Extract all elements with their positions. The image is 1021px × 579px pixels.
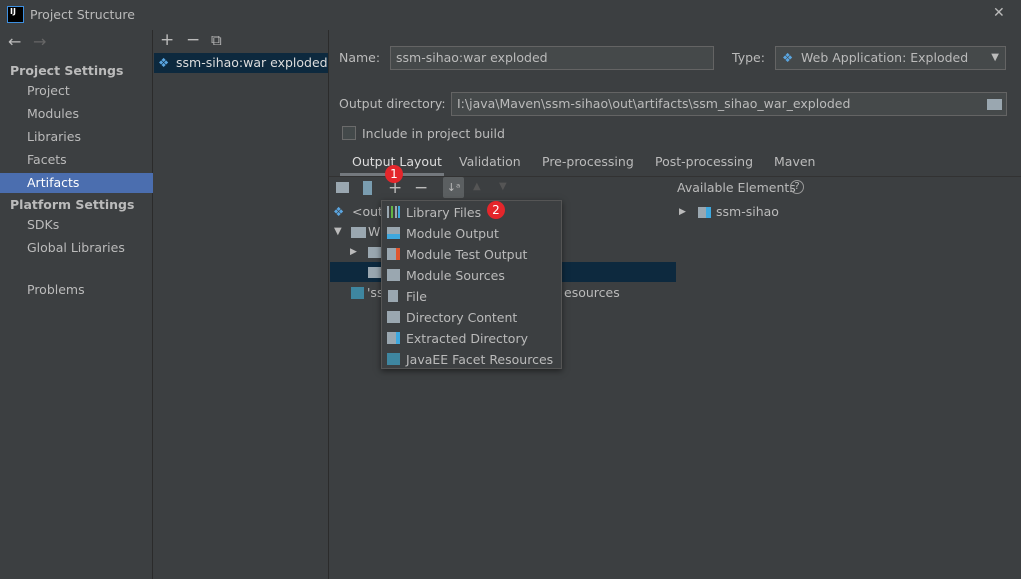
copy-artifact-button[interactable]: ⧉ [211,31,222,49]
tab-post-processing[interactable]: Post-processing [655,154,753,176]
facet-resources-icon [351,287,364,299]
tab-pre-processing[interactable]: Pre-processing [542,154,634,176]
extracted-directory-icon [387,332,400,344]
help-icon[interactable]: ? [790,180,804,194]
chevron-down-icon: ▼ [334,226,342,237]
web-artifact-icon: ❖ [158,55,170,70]
type-label: Type: [732,50,765,65]
javaee-facet-icon [387,353,400,365]
new-directory-icon[interactable] [336,182,349,193]
project-settings-heading: Project Settings [10,63,124,78]
browse-folder-icon[interactable] [987,99,1002,110]
output-directory-label: Output directory: [339,96,446,111]
chevron-right-icon: ▶ [350,247,357,257]
menu-item-directory-content[interactable]: Directory Content [382,307,561,328]
include-in-build-label: Include in project build [362,126,505,141]
available-elements-label: Available Elements [677,180,796,195]
artifact-list-item[interactable]: ❖ ssm-sihao:war exploded [154,53,328,73]
sidebar-item-project[interactable]: Project [0,81,153,101]
menu-item-extracted-directory[interactable]: Extracted Directory [382,328,561,349]
menu-item-module-output[interactable]: Module Output [382,223,561,244]
sidebar-item-global-libraries[interactable]: Global Libraries [0,238,153,258]
move-up-button[interactable]: ▲ [473,181,481,192]
create-archive-icon[interactable] [363,181,372,195]
intellij-logo-icon: IJ [7,6,24,23]
module-output-icon [387,227,400,239]
include-in-build-checkbox[interactable] [342,126,356,140]
sort-button[interactable]: ↓ᵃ [443,177,464,198]
add-element-menu: Library Files Module Output Module Test … [381,200,562,369]
artifacts-list-panel: + − ⧉ ❖ ssm-sihao:war exploded [153,30,329,579]
name-label: Name: [339,50,381,65]
folder-icon [351,227,366,238]
type-select[interactable]: ❖ Web Application: Exploded ▼ [775,46,1006,70]
directory-icon [387,311,400,323]
menu-item-file[interactable]: File [382,286,561,307]
title-bar: IJ Project Structure ✕ [0,0,1021,30]
divider [329,176,1021,177]
menu-item-module-sources[interactable]: Module Sources [382,265,561,286]
output-directory-input[interactable]: I:\java\Maven\ssm-sihao\out\artifacts\ss… [451,92,1007,116]
module-icon [698,207,711,218]
step-badge-1: 1 [385,165,403,183]
remove-artifact-button[interactable]: − [186,30,200,50]
menu-item-javaee-facet-resources[interactable]: JavaEE Facet Resources [382,349,561,370]
step-badge-2: 2 [487,201,505,219]
file-icon [388,290,398,302]
module-sources-icon [387,269,400,281]
chevron-down-icon: ▼ [991,52,999,63]
sidebar: ← → Project Settings Project Modules Lib… [0,30,153,579]
forward-button[interactable]: → [33,32,46,51]
chevron-right-icon: ▶ [679,207,686,217]
sidebar-item-libraries[interactable]: Libraries [0,127,153,147]
window-title: Project Structure [30,7,135,22]
close-button[interactable]: ✕ [993,5,1005,21]
tab-validation[interactable]: Validation [459,154,521,176]
sidebar-item-modules[interactable]: Modules [0,104,153,124]
sidebar-item-facets[interactable]: Facets [0,150,153,170]
output-root-icon: ❖ [333,204,345,219]
menu-item-library-files[interactable]: Library Files [382,202,561,223]
sidebar-item-problems[interactable]: Problems [0,280,153,300]
remove-element-button[interactable]: − [414,178,428,198]
sidebar-item-sdks[interactable]: SDKs [0,215,153,235]
back-button[interactable]: ← [8,32,21,51]
available-item-ssm-sihao[interactable]: ▶ ssm-sihao [679,202,779,222]
menu-item-module-test-output[interactable]: Module Test Output [382,244,561,265]
platform-settings-heading: Platform Settings [10,197,135,212]
add-artifact-button[interactable]: + [160,30,174,50]
move-down-button[interactable]: ▼ [499,181,507,192]
web-app-icon: ❖ [782,50,794,65]
module-test-output-icon [387,248,400,260]
sidebar-item-artifacts[interactable]: Artifacts [0,173,153,193]
name-input[interactable]: ssm-sihao:war exploded [390,46,714,70]
library-icon [387,206,400,218]
tab-maven[interactable]: Maven [774,154,815,176]
